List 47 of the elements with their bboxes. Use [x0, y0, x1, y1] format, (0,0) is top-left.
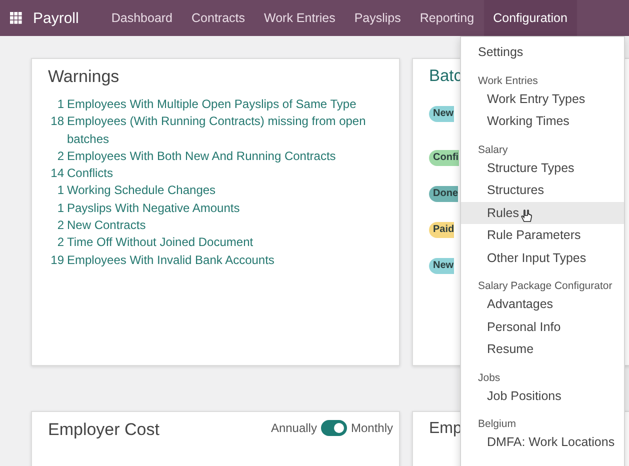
- status-badge: Paid: [429, 222, 454, 238]
- menu-item[interactable]: Work Entry Types: [461, 88, 624, 110]
- menu-section-header: Salary: [477, 142, 509, 156]
- menu-item[interactable]: Rules: [461, 202, 624, 224]
- status-badge: New: [429, 106, 454, 122]
- status-badge: New: [429, 258, 454, 274]
- warning-link[interactable]: 2 Employees With Both New And Running Contracts: [48, 148, 383, 166]
- menu-item[interactable]: Settings: [461, 41, 624, 64]
- nav-menu-item[interactable]: Reporting: [410, 0, 484, 36]
- menu-item[interactable]: Structures: [461, 179, 624, 202]
- nav-menu-item[interactable]: Configuration: [484, 0, 577, 36]
- nav-menu-item[interactable]: Contracts: [182, 0, 255, 36]
- apps-grid-icon[interactable]: [10, 12, 22, 24]
- warning-link[interactable]: 18 Employees (With Running Contracts) missing from open batches: [48, 113, 383, 148]
- hand-cursor-icon: [521, 208, 533, 222]
- toggle-label: Annually: [270, 421, 317, 435]
- menu-section-header: Salary Package Configurator: [477, 279, 614, 293]
- menu-item[interactable]: Personal Info: [461, 316, 624, 338]
- period-toggle[interactable]: [320, 420, 347, 436]
- nav-menu-item[interactable]: Work Entries: [254, 0, 345, 36]
- warning-link[interactable]: 14 Conflicts: [48, 165, 383, 182]
- warning-link[interactable]: 2 New Contracts: [48, 217, 383, 234]
- menu-item[interactable]: Rule Parameters: [461, 224, 624, 246]
- warning-link[interactable]: 2 Time Off Without Joined Document: [48, 234, 383, 252]
- card-title: Employer Cost: [48, 420, 160, 440]
- card-title: Batc: [429, 67, 462, 86]
- menu-item[interactable]: Advantages: [461, 293, 624, 316]
- nav-menu-item[interactable]: Dashboard: [102, 0, 182, 36]
- menu-item[interactable]: Other Input Types: [461, 246, 624, 269]
- warning-link[interactable]: 1 Working Schedule Changes: [48, 182, 383, 200]
- warning-link[interactable]: 1 Employees With Multiple Open Payslips of Same Type: [48, 96, 383, 114]
- nav-menu-item[interactable]: Payslips: [344, 0, 410, 36]
- card-title: Warnings: [48, 67, 120, 87]
- app-title: Payroll: [33, 10, 79, 26]
- menu-section-header: Jobs: [477, 370, 502, 384]
- warning-link[interactable]: 1 Payslips With Negative Amounts: [48, 200, 383, 218]
- menu-item[interactable]: DMFA: Work Locations: [461, 431, 624, 454]
- menu-section-header: Belgium: [477, 417, 517, 431]
- menu-item[interactable]: Working Times: [461, 110, 624, 132]
- menu-item[interactable]: Resume: [461, 338, 624, 360]
- menu-section-header: Work Entries: [477, 74, 539, 88]
- toggle-label: Monthly: [350, 421, 393, 435]
- status-badge: Done: [429, 186, 458, 202]
- status-badge: Confi: [429, 150, 459, 166]
- menu-item[interactable]: Structure Types: [461, 156, 624, 179]
- menu-item[interactable]: Job Positions: [461, 384, 624, 407]
- warning-link[interactable]: 19 Employees With Invalid Bank Accounts: [48, 252, 383, 269]
